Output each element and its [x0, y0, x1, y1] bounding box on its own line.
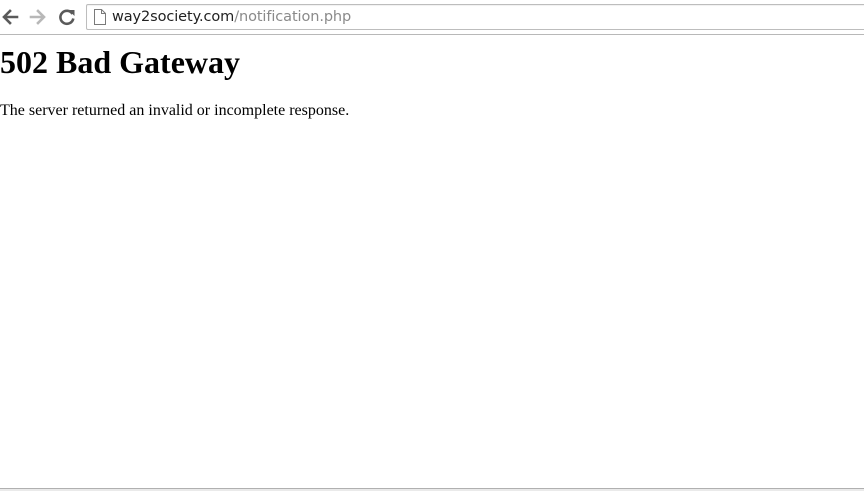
arrow-right-icon [29, 9, 46, 25]
error-title: 502 Bad Gateway [0, 44, 240, 80]
browser-toolbar: way2society.com/notification.php [0, 0, 864, 35]
reload-icon [59, 9, 75, 26]
page-document-icon [94, 9, 106, 25]
back-button[interactable] [0, 6, 21, 28]
page-content: 502 Bad Gateway The server returned an i… [0, 35, 864, 488]
url-host: way2society.com [112, 9, 235, 25]
address-bar[interactable]: way2society.com/notification.php [86, 4, 864, 30]
forward-button[interactable] [27, 6, 49, 28]
url-path: /notification.php [234, 9, 352, 25]
error-message: The server returned an invalid or incomp… [0, 102, 350, 119]
url-text[interactable]: way2society.com/notification.php [112, 8, 351, 26]
arrow-left-icon [2, 9, 19, 25]
reload-button[interactable] [56, 6, 78, 28]
